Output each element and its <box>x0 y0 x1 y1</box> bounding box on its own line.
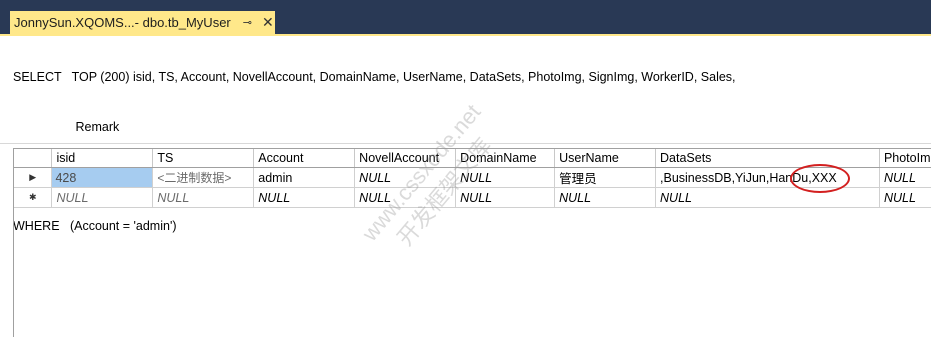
column-header-account[interactable]: Account <box>253 149 356 168</box>
column-header-isid[interactable]: isid <box>51 149 154 168</box>
column-header-username[interactable]: UserName <box>554 149 657 168</box>
new-row-marker-icon[interactable]: ✱ <box>14 187 53 208</box>
sql-line: Remark <box>13 119 120 134</box>
document-tab-bar: JonnySun.XQOMS...- dbo.tb_MyUser ⊸ ✕ <box>0 8 931 34</box>
table-row-new[interactable]: ✱ NULL NULL NULL NULL NULL NULL NULL NUL… <box>14 187 931 208</box>
cell-account[interactable]: NULL <box>253 187 356 208</box>
column-header-novellaccount[interactable]: NovellAccount <box>354 149 457 168</box>
cell-photoimg[interactable]: NULL <box>879 167 931 188</box>
cell-ts[interactable]: <二进制数据> <box>152 167 255 188</box>
sql-line: SELECT TOP (200) isid, TS, Account, Nove… <box>13 70 736 84</box>
highlight-circle <box>790 164 850 193</box>
column-header-domainname[interactable]: DomainName <box>455 149 556 168</box>
cell-username[interactable]: NULL <box>554 187 657 208</box>
cell-novellaccount[interactable]: NULL <box>354 187 457 208</box>
grid-header-row: isid TS Account NovellAccount DomainName… <box>14 149 931 168</box>
sql-pane[interactable]: SELECT TOP (200) isid, TS, Account, Nove… <box>13 36 923 233</box>
cell-username[interactable]: 管理员 <box>554 167 657 188</box>
cell-domainname[interactable]: NULL <box>455 187 556 208</box>
column-header-photoimg[interactable]: PhotoIm <box>879 149 931 168</box>
cell-datasets[interactable]: NULL <box>655 187 880 208</box>
column-header-datasets[interactable]: DataSets <box>655 149 880 168</box>
tab-title: JonnySun.XQOMS...- dbo.tb_MyUser <box>14 15 231 30</box>
document-tab[interactable]: JonnySun.XQOMS...- dbo.tb_MyUser ⊸ ✕ <box>10 11 275 34</box>
column-header-ts[interactable]: TS <box>152 149 255 168</box>
pane-splitter[interactable] <box>0 143 931 144</box>
cell-ts[interactable]: NULL <box>152 187 255 208</box>
close-icon[interactable]: ✕ <box>262 14 274 31</box>
cell-account[interactable]: admin <box>253 167 356 188</box>
cell-domainname[interactable]: NULL <box>455 167 556 188</box>
cell-isid[interactable]: 428 <box>51 167 154 188</box>
corner-cell[interactable] <box>14 149 53 168</box>
current-row-marker-icon[interactable]: ▶ <box>14 167 53 188</box>
cell-novellaccount[interactable]: NULL <box>354 167 457 188</box>
window-top-strip <box>0 0 931 8</box>
cell-photoimg[interactable]: NULL <box>879 187 931 208</box>
cell-isid[interactable]: NULL <box>51 187 154 208</box>
pin-icon[interactable]: ⊸ <box>243 16 252 29</box>
